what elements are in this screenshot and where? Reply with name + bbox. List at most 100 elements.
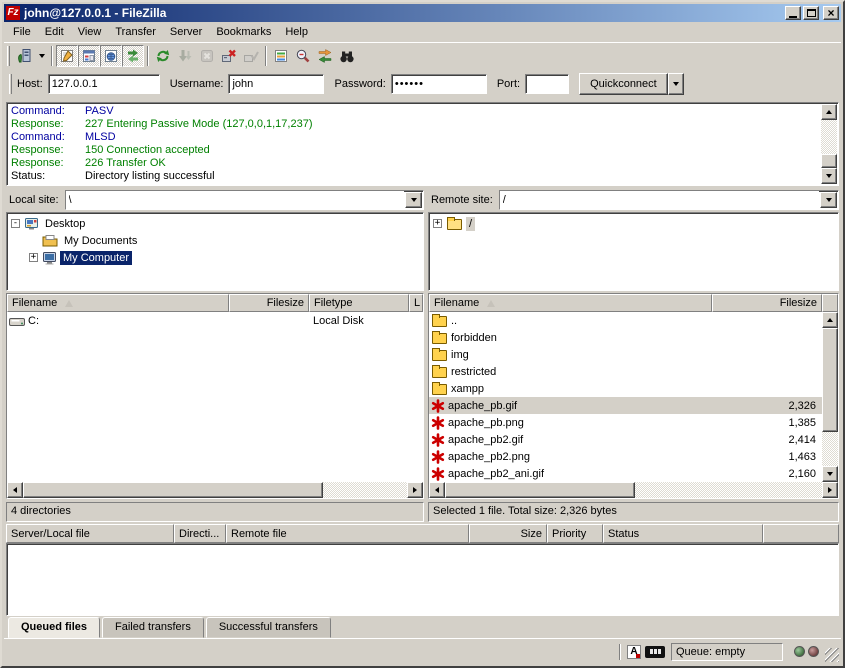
collapse-expander[interactable]: - — [11, 219, 20, 228]
process-queue-button[interactable] — [174, 45, 196, 67]
menu-view[interactable]: View — [71, 23, 109, 41]
scrollbar-thumb[interactable] — [821, 154, 837, 168]
site-manager-dropdown[interactable] — [35, 45, 48, 67]
remote-site-input[interactable] — [500, 191, 819, 209]
quickconnect-dropdown[interactable] — [668, 73, 684, 95]
remote-file-row[interactable]: apache_pb.png1,385 — [429, 414, 822, 431]
remote-site-dropdown[interactable] — [820, 192, 837, 208]
column-header-filesize[interactable]: Filesize — [229, 294, 309, 312]
scrollbar-track[interactable] — [445, 482, 822, 498]
column-header-priority[interactable]: Priority — [547, 524, 603, 543]
toolbar-grip[interactable] — [7, 46, 10, 66]
synchronized-browsing-icon — [317, 48, 333, 64]
scroll-right-button[interactable] — [822, 482, 838, 498]
quickconnect-button[interactable]: Quickconnect — [579, 73, 668, 95]
remote-vertical-scrollbar[interactable] — [822, 312, 838, 482]
remote-file-row[interactable]: xampp — [429, 380, 822, 397]
port-input[interactable] — [525, 74, 569, 94]
tree-item-root[interactable]: + / — [429, 215, 838, 232]
data-type-icon[interactable]: A — [627, 645, 641, 659]
scrollbar-thumb[interactable] — [23, 482, 323, 498]
scroll-left-button[interactable] — [429, 482, 445, 498]
refresh-button[interactable] — [152, 45, 174, 67]
scroll-left-button[interactable] — [7, 482, 23, 498]
column-header-status[interactable]: Status — [603, 524, 763, 543]
tab-successful-transfers[interactable]: Successful transfers — [206, 617, 331, 638]
speed-limit-icon[interactable] — [645, 646, 665, 658]
scrollbar-thumb[interactable] — [445, 482, 635, 498]
menu-help[interactable]: Help — [278, 23, 315, 41]
toggle-local-tree-button[interactable] — [78, 45, 100, 67]
local-horizontal-scrollbar[interactable] — [7, 482, 423, 498]
tab-failed-transfers[interactable]: Failed transfers — [102, 617, 204, 638]
log-line-text: 226 Transfer OK — [85, 157, 166, 170]
reconnect-button[interactable] — [240, 45, 262, 67]
tree-item-my-documents[interactable]: My Documents — [7, 232, 423, 249]
username-input[interactable] — [228, 74, 324, 94]
minimize-button[interactable] — [785, 6, 801, 20]
column-header-direction[interactable]: Directi... — [174, 524, 226, 543]
menu-edit[interactable]: Edit — [38, 23, 71, 41]
scrollbar-track[interactable] — [821, 120, 837, 168]
expand-expander[interactable]: + — [29, 253, 38, 262]
local-file-row[interactable]: C: Local Disk — [7, 312, 423, 329]
remote-file-row[interactable]: apache_pb2.png1,463 — [429, 448, 822, 465]
tree-item-desktop[interactable]: - Desktop — [7, 215, 423, 232]
remote-file-row-selected[interactable]: apache_pb.gif2,326 — [429, 397, 822, 414]
toggle-message-log-button[interactable] — [56, 45, 78, 67]
tab-queued-files[interactable]: Queued files — [8, 617, 100, 638]
column-header-filename[interactable]: Filename — [429, 294, 712, 312]
maximize-button[interactable] — [803, 6, 819, 20]
toggle-queue-button[interactable] — [122, 45, 144, 67]
toggle-remote-tree-button[interactable] — [100, 45, 122, 67]
close-button[interactable]: × — [823, 6, 839, 20]
expand-expander[interactable]: + — [433, 219, 442, 228]
cancel-button[interactable] — [196, 45, 218, 67]
scroll-down-button[interactable] — [822, 466, 838, 482]
scroll-right-button[interactable] — [407, 482, 423, 498]
scrollbar-track[interactable] — [23, 482, 407, 498]
local-site-input[interactable] — [66, 191, 404, 209]
filename-cell: img — [451, 349, 469, 361]
column-header-last-modified[interactable]: L — [409, 294, 423, 312]
scrollbar-thumb[interactable] — [822, 328, 838, 432]
remote-file-row[interactable]: apache_pb2.gif2,414 — [429, 431, 822, 448]
site-manager-button[interactable] — [13, 45, 35, 67]
compare-button[interactable] — [292, 45, 314, 67]
host-input[interactable] — [48, 74, 160, 94]
image-file-icon — [431, 467, 445, 481]
password-input[interactable] — [391, 74, 487, 94]
scroll-up-button[interactable] — [821, 104, 837, 120]
remote-file-row[interactable]: restricted — [429, 363, 822, 380]
column-header-remote-file[interactable]: Remote file — [226, 524, 469, 543]
remote-file-row[interactable]: .. — [429, 312, 822, 329]
filter-button[interactable] — [270, 45, 292, 67]
image-file-icon — [431, 433, 445, 447]
scroll-up-button[interactable] — [822, 312, 838, 328]
local-site-dropdown[interactable] — [405, 192, 422, 208]
column-header-server-local-file[interactable]: Server/Local file — [6, 524, 174, 543]
menu-bookmarks[interactable]: Bookmarks — [209, 23, 278, 41]
remote-file-row[interactable]: apache_pb2_ani.gif2,160 — [429, 465, 822, 482]
tree-item-my-computer[interactable]: + My Computer — [7, 249, 423, 266]
column-header-filesize[interactable]: Filesize — [712, 294, 822, 312]
log-scrollbar[interactable] — [821, 104, 837, 184]
quickconnect-grip[interactable] — [9, 74, 12, 94]
synchronized-browsing-button[interactable] — [314, 45, 336, 67]
find-button[interactable] — [336, 45, 358, 67]
remote-file-row[interactable]: img — [429, 346, 822, 363]
disconnect-button[interactable] — [218, 45, 240, 67]
arrow-up-icon — [827, 318, 833, 322]
remote-file-row[interactable]: forbidden — [429, 329, 822, 346]
column-header-size[interactable]: Size — [469, 524, 547, 543]
scrollbar-track[interactable] — [822, 328, 838, 466]
remote-horizontal-scrollbar[interactable] — [429, 482, 838, 498]
resize-grip-icon[interactable] — [825, 648, 839, 662]
menu-file[interactable]: File — [6, 23, 38, 41]
disconnect-icon — [221, 48, 237, 64]
scroll-down-button[interactable] — [821, 168, 837, 184]
menu-transfer[interactable]: Transfer — [108, 23, 163, 41]
column-header-filename[interactable]: Filename — [7, 294, 229, 312]
menu-server[interactable]: Server — [163, 23, 209, 41]
column-header-filetype[interactable]: Filetype — [309, 294, 409, 312]
